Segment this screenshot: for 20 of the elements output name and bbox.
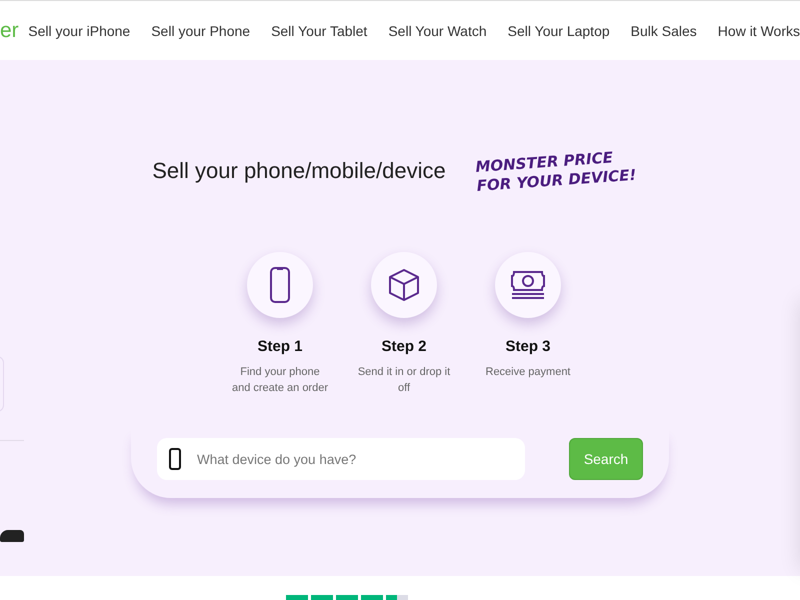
cube-icon: [388, 268, 420, 302]
nav-link[interactable]: Sell Your Tablet: [271, 22, 368, 38]
tagline-text: MONSTER PRICE FOR YOUR DEVICE!: [474, 147, 638, 196]
nav-link[interactable]: Bulk Sales: [630, 22, 697, 38]
step-description: Find your phone and create an order: [231, 365, 329, 396]
nav-link[interactable]: Sell Your Watch: [388, 22, 487, 38]
nav-link[interactable]: Sell your Phone: [151, 22, 250, 38]
nav-link[interactable]: Sell Your Laptop: [508, 22, 610, 38]
cash-icon: [510, 270, 546, 300]
phone-icon: [269, 266, 291, 304]
hero-title: Sell your phone/mobile/device: [152, 158, 446, 184]
step-description: Receive payment: [484, 365, 572, 380]
device-photo-placeholder: [0, 530, 24, 542]
step-title: Step 1: [257, 338, 302, 355]
search-field[interactable]: What device do you have?: [157, 438, 525, 480]
nav-link[interactable]: Sell your iPhone: [28, 22, 130, 38]
nav-link[interactable]: How it Works: [718, 22, 800, 38]
step-description: Send it in or drop it off: [356, 365, 452, 396]
step-title: Step 3: [505, 338, 550, 355]
step-title: Step 2: [381, 338, 426, 355]
